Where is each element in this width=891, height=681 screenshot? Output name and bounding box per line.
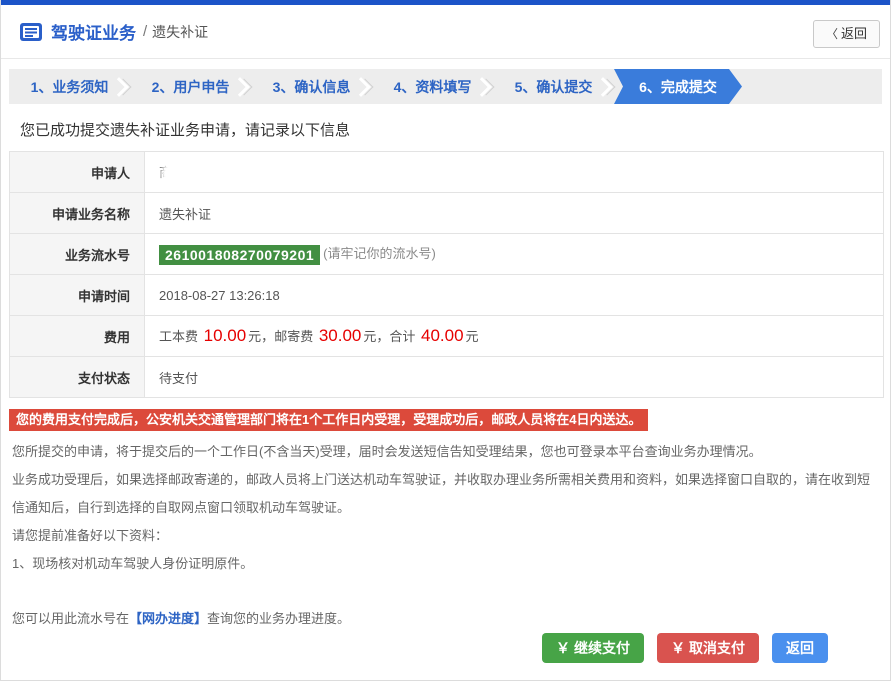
notice-block: 您所提交的申请，将于提交后的一个工作日(不含当天)受理，届时会发送短信告知受理结… xyxy=(12,438,879,633)
notice-paragraph: 请您提前准备好以下资料： xyxy=(12,528,169,543)
row-label: 申请时间 xyxy=(9,274,145,316)
table-row-service: 申请业务名称 遗失补证 xyxy=(9,192,884,234)
serial-number-badge: 261001808270079201 xyxy=(159,244,321,265)
step-tab-4[interactable]: 4、资料填写 xyxy=(372,69,493,104)
fee-text: 元， xyxy=(248,329,275,344)
continue-payment-button[interactable]: ￥ 继续支付 xyxy=(542,633,644,663)
notice-paragraph: 1、现场核对机动车驾驶人身份证明原件。 xyxy=(12,556,254,571)
success-message: 您已成功提交遗失补证业务申请，请记录以下信息 xyxy=(20,122,351,139)
header-back-button[interactable]: 〈返回 xyxy=(812,20,880,48)
breadcrumb-current: 遗失补证 xyxy=(152,23,209,40)
row-label: 业务流水号 xyxy=(9,233,145,275)
row-label: 支付状态 xyxy=(9,356,145,398)
step-tab-6-active[interactable]: 6、完成提交 xyxy=(614,69,742,104)
step-label: 2、用户申告 xyxy=(151,78,230,95)
fee-text: 合计 xyxy=(389,329,419,344)
serial-value-cell: 261001808270079201 (请牢记你的流水号) xyxy=(144,233,884,275)
fee-amount-work: 10.00 xyxy=(203,326,247,345)
step-tab-5[interactable]: 5、确认提交 xyxy=(493,69,614,104)
fee-text: 元， xyxy=(363,329,390,344)
progress-prefix: 您可以用此流水号在 xyxy=(12,611,130,626)
yen-icon: ￥ xyxy=(556,640,570,656)
applicant-value: 商 xyxy=(144,151,884,193)
fee-text: 邮寄费 xyxy=(274,329,317,344)
step-label: 4、资料填写 xyxy=(393,78,472,95)
header-back-label: 返回 xyxy=(840,26,867,41)
progress-suffix: 查询您的业务办理进度。 xyxy=(207,611,351,626)
payment-status-value: 待支付 xyxy=(144,356,884,398)
table-row-applicant: 申请人 商 xyxy=(9,151,884,193)
fee-amount-post: 30.00 xyxy=(318,326,362,345)
fee-text: 元 xyxy=(465,329,479,344)
service-name-value: 遗失补证 xyxy=(144,192,884,234)
online-progress-link[interactable]: 【网办进度】 xyxy=(129,611,207,626)
step-tab-2[interactable]: 2、用户申告 xyxy=(130,69,251,104)
table-row-serial: 业务流水号 261001808270079201 (请牢记你的流水号) xyxy=(9,233,884,275)
application-info-table: 申请人 商 申请业务名称 遗失补证 业务流水号 2610018082700792… xyxy=(9,151,884,398)
step-label: 5、确认提交 xyxy=(514,78,593,95)
cancel-payment-label: 取消支付 xyxy=(689,640,745,656)
step-label: 6、完成提交 xyxy=(639,78,717,95)
progress-query-line: 您可以用此流水号在【网办进度】查询您的业务办理进度。 xyxy=(12,605,879,633)
step-tab-3[interactable]: 3、确认信息 xyxy=(251,69,372,104)
cancel-payment-button[interactable]: ￥ 取消支付 xyxy=(657,633,759,663)
step-label: 3、确认信息 xyxy=(272,78,351,95)
row-label: 申请人 xyxy=(9,151,145,193)
table-row-fee: 费用 工本费 10.00 元，邮寄费 30.00 元，合计 40.00 元 xyxy=(9,315,884,357)
page-title: 驾驶证业务 xyxy=(51,24,136,43)
delivery-warning-banner: 您的费用支付完成后，公安机关交通管理部门将在1个工作日内受理，受理成功后，邮政人… xyxy=(9,409,649,431)
apply-time-value: 2018-08-27 13:26:18 xyxy=(144,274,884,316)
step-tab-1[interactable]: 1、业务须知 xyxy=(9,69,130,104)
page: 驾驶证业务 / 遗失补证 〈返回 1、业务须知 2、用户申告 3、确认信息 4、… xyxy=(0,0,891,681)
row-label: 费用 xyxy=(9,315,145,357)
return-button[interactable]: 返回 xyxy=(772,633,828,663)
redaction-blur xyxy=(165,165,214,183)
table-row-time: 申请时间 2018-08-27 13:26:18 xyxy=(9,274,884,316)
breadcrumb-divider: / xyxy=(143,23,148,40)
document-list-icon xyxy=(20,22,42,41)
action-button-bar: ￥ 继续支付 ￥ 取消支付 返回 xyxy=(542,633,828,663)
fee-value-cell: 工本费 10.00 元，邮寄费 30.00 元，合计 40.00 元 xyxy=(144,315,884,357)
fee-amount-total: 40.00 xyxy=(421,326,464,345)
chevron-left-icon: 〈 xyxy=(825,27,838,41)
page-header: 驾驶证业务 / 遗失补证 〈返回 xyxy=(1,5,890,59)
notice-paragraph: 您所提交的申请，将于提交后的一个工作日(不含当天)受理，届时会发送短信告知受理结… xyxy=(12,444,762,459)
step-wizard: 1、业务须知 2、用户申告 3、确认信息 4、资料填写 5、确认提交 6、完成提… xyxy=(9,69,882,104)
notice-paragraph: 业务成功受理后，如果选择邮政寄递的，邮政人员将上门送达机动车驾驶证，并收取办理业… xyxy=(12,472,871,515)
continue-payment-label: 继续支付 xyxy=(574,640,630,656)
step-label: 1、业务须知 xyxy=(30,78,109,95)
return-label: 返回 xyxy=(786,640,814,656)
serial-hint: (请牢记你的流水号) xyxy=(323,246,436,262)
row-label: 申请业务名称 xyxy=(9,192,145,234)
yen-icon: ￥ xyxy=(671,640,685,656)
table-row-status: 支付状态 待支付 xyxy=(9,356,884,398)
fee-text: 工本费 xyxy=(159,329,202,344)
